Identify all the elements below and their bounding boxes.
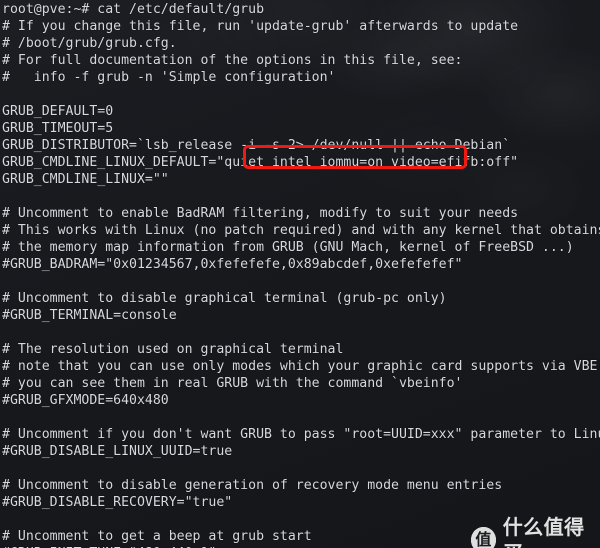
terminal-line: #GRUB_TERMINAL=console <box>2 308 177 323</box>
terminal-line: # Uncomment if you don't want GRUB to pa… <box>2 427 600 442</box>
terminal-line: # you can see them in real GRUB with the… <box>2 376 463 391</box>
terminal-line: # Uncomment to disable graphical termina… <box>2 291 447 306</box>
watermark-smzdm: 值 什么值得买 <box>471 514 600 548</box>
terminal-line: # info -f grub -n 'Simple configuration' <box>2 70 336 85</box>
terminal-line: #GRUB_DISABLE_LINUX_UUID=true <box>2 444 233 459</box>
terminal-line: # This works with Linux (no patch requir… <box>2 223 600 238</box>
terminal-line: #GRUB_DISABLE_RECOVERY="true" <box>2 495 233 510</box>
terminal-line-cmdline-default: GRUB_CMDLINE_LINUX_DEFAULT="quiet intel_… <box>2 155 519 170</box>
terminal-window: root@pve:~# cat /etc/default/grub # If y… <box>0 0 600 548</box>
terminal-line: # The resolution used on graphical termi… <box>2 342 344 357</box>
terminal-line: # the memory map information from GRUB (… <box>2 240 574 255</box>
terminal-line: root@pve:~# cat /etc/default/grub <box>2 2 265 17</box>
terminal-output[interactable]: root@pve:~# cat /etc/default/grub # If y… <box>0 0 600 548</box>
watermark-badge-icon: 值 <box>471 527 496 548</box>
terminal-line: # If you change this file, run 'update-g… <box>2 19 519 34</box>
watermark-text: 什么值得买 <box>502 515 585 548</box>
terminal-line: #GRUB_BADRAM="0x01234567,0xfefefefe,0x89… <box>2 257 463 272</box>
terminal-line: # note that you can use only modes which… <box>2 359 598 374</box>
terminal-line: GRUB_CMDLINE_LINUX="" <box>2 172 169 187</box>
terminal-line: #GRUB_GFXMODE=640x480 <box>2 393 169 408</box>
terminal-line: GRUB_DISTRIBUTOR=`lsb_release -i -s 2> /… <box>2 138 511 153</box>
terminal-line: GRUB_TIMEOUT=5 <box>2 121 114 136</box>
terminal-line: GRUB_DEFAULT=0 <box>2 104 114 119</box>
terminal-line: # Uncomment to enable BadRAM filtering, … <box>2 206 519 221</box>
terminal-line: # Uncomment to disable generation of rec… <box>2 478 503 493</box>
terminal-line: # For full documentation of the options … <box>2 53 463 68</box>
terminal-line: # /boot/grub/grub.cfg. <box>2 36 177 51</box>
